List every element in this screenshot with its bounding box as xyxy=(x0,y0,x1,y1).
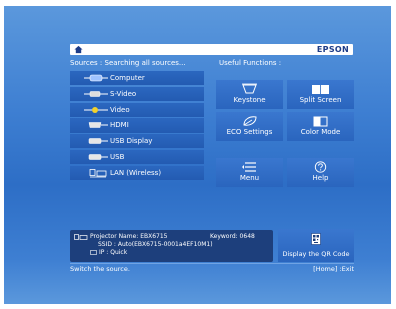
source-item-lan-wireless[interactable]: LAN (Wireless) xyxy=(70,165,204,180)
eco-settings-button[interactable]: ECO Settings xyxy=(216,112,283,141)
source-item-video[interactable]: Video xyxy=(70,102,204,117)
source-label: S-Video xyxy=(110,89,137,98)
function-label: Color Mode xyxy=(300,128,341,136)
function-label: Split Screen xyxy=(299,96,342,104)
source-item-usb-display[interactable]: USB Display xyxy=(70,134,204,149)
useful-functions-title: Useful Functions : xyxy=(219,59,282,67)
source-label: HDMI xyxy=(110,121,129,130)
source-item-svideo[interactable]: S-Video xyxy=(70,86,204,101)
usb-display-port-icon xyxy=(88,138,108,144)
network-info-panel: Projector Name: EBX6715 Keyword: 0648 SS… xyxy=(70,230,273,262)
projector-name-text: Projector Name: EBX6715 xyxy=(90,233,168,240)
eco-leaf-icon xyxy=(243,116,257,126)
keyword-text: Keyword: 0648 xyxy=(210,233,255,240)
source-item-usb[interactable]: USB xyxy=(70,149,204,165)
split-screen-icon xyxy=(312,85,329,94)
keystone-icon xyxy=(242,83,257,94)
help-button[interactable]: Help xyxy=(287,158,354,187)
source-label: USB xyxy=(110,152,125,161)
keystone-button[interactable]: Keystone xyxy=(216,80,283,109)
header-bar: EPSON xyxy=(70,44,353,55)
color-mode-icon xyxy=(313,116,328,127)
ip-text: IP : Quick xyxy=(99,249,128,256)
sources-title: Sources : Searching all sources... xyxy=(70,59,186,67)
qr-code-icon xyxy=(311,233,321,245)
source-list: Computer S-Video Video HDMI USB Display xyxy=(70,71,204,181)
svideo-port-icon xyxy=(84,91,108,97)
lan-info-icon xyxy=(74,234,88,240)
lan-wireless-icon xyxy=(89,168,107,178)
status-hint: Switch the source. xyxy=(70,265,130,273)
help-icon xyxy=(314,161,327,173)
menu-button[interactable]: Menu xyxy=(216,158,283,187)
split-screen-button[interactable]: Split Screen xyxy=(287,80,354,109)
source-label: LAN (Wireless) xyxy=(110,168,162,177)
source-label: Video xyxy=(110,105,130,114)
source-label: USB Display xyxy=(110,137,153,146)
source-label: Computer xyxy=(110,74,145,82)
function-label: Help xyxy=(312,174,329,182)
computer-port-icon xyxy=(84,74,108,82)
display-qr-code-button[interactable]: Display the QR Code xyxy=(278,229,354,262)
status-bar: Switch the source. [Home] :Exit xyxy=(70,264,354,274)
video-port-icon xyxy=(84,106,108,113)
function-label: Keystone xyxy=(233,96,266,104)
qr-button-label: Display the QR Code xyxy=(282,250,350,258)
home-icon xyxy=(74,45,83,54)
exit-hint: [Home] :Exit xyxy=(313,265,354,273)
usb-port-icon xyxy=(88,154,108,160)
source-item-hdmi[interactable]: HDMI xyxy=(70,118,204,133)
ssid-text: SSID : Auto(EBX6715-0001a4EF10M1) xyxy=(98,241,213,248)
color-mode-button[interactable]: Color Mode xyxy=(287,112,354,141)
function-label: Menu xyxy=(239,174,260,182)
function-label: ECO Settings xyxy=(226,128,273,136)
brand-logo: EPSON xyxy=(316,45,349,54)
source-item-computer[interactable]: Computer xyxy=(70,71,204,86)
menu-icon xyxy=(242,162,256,172)
hdmi-port-icon xyxy=(88,122,108,129)
ip-icon xyxy=(90,250,97,255)
